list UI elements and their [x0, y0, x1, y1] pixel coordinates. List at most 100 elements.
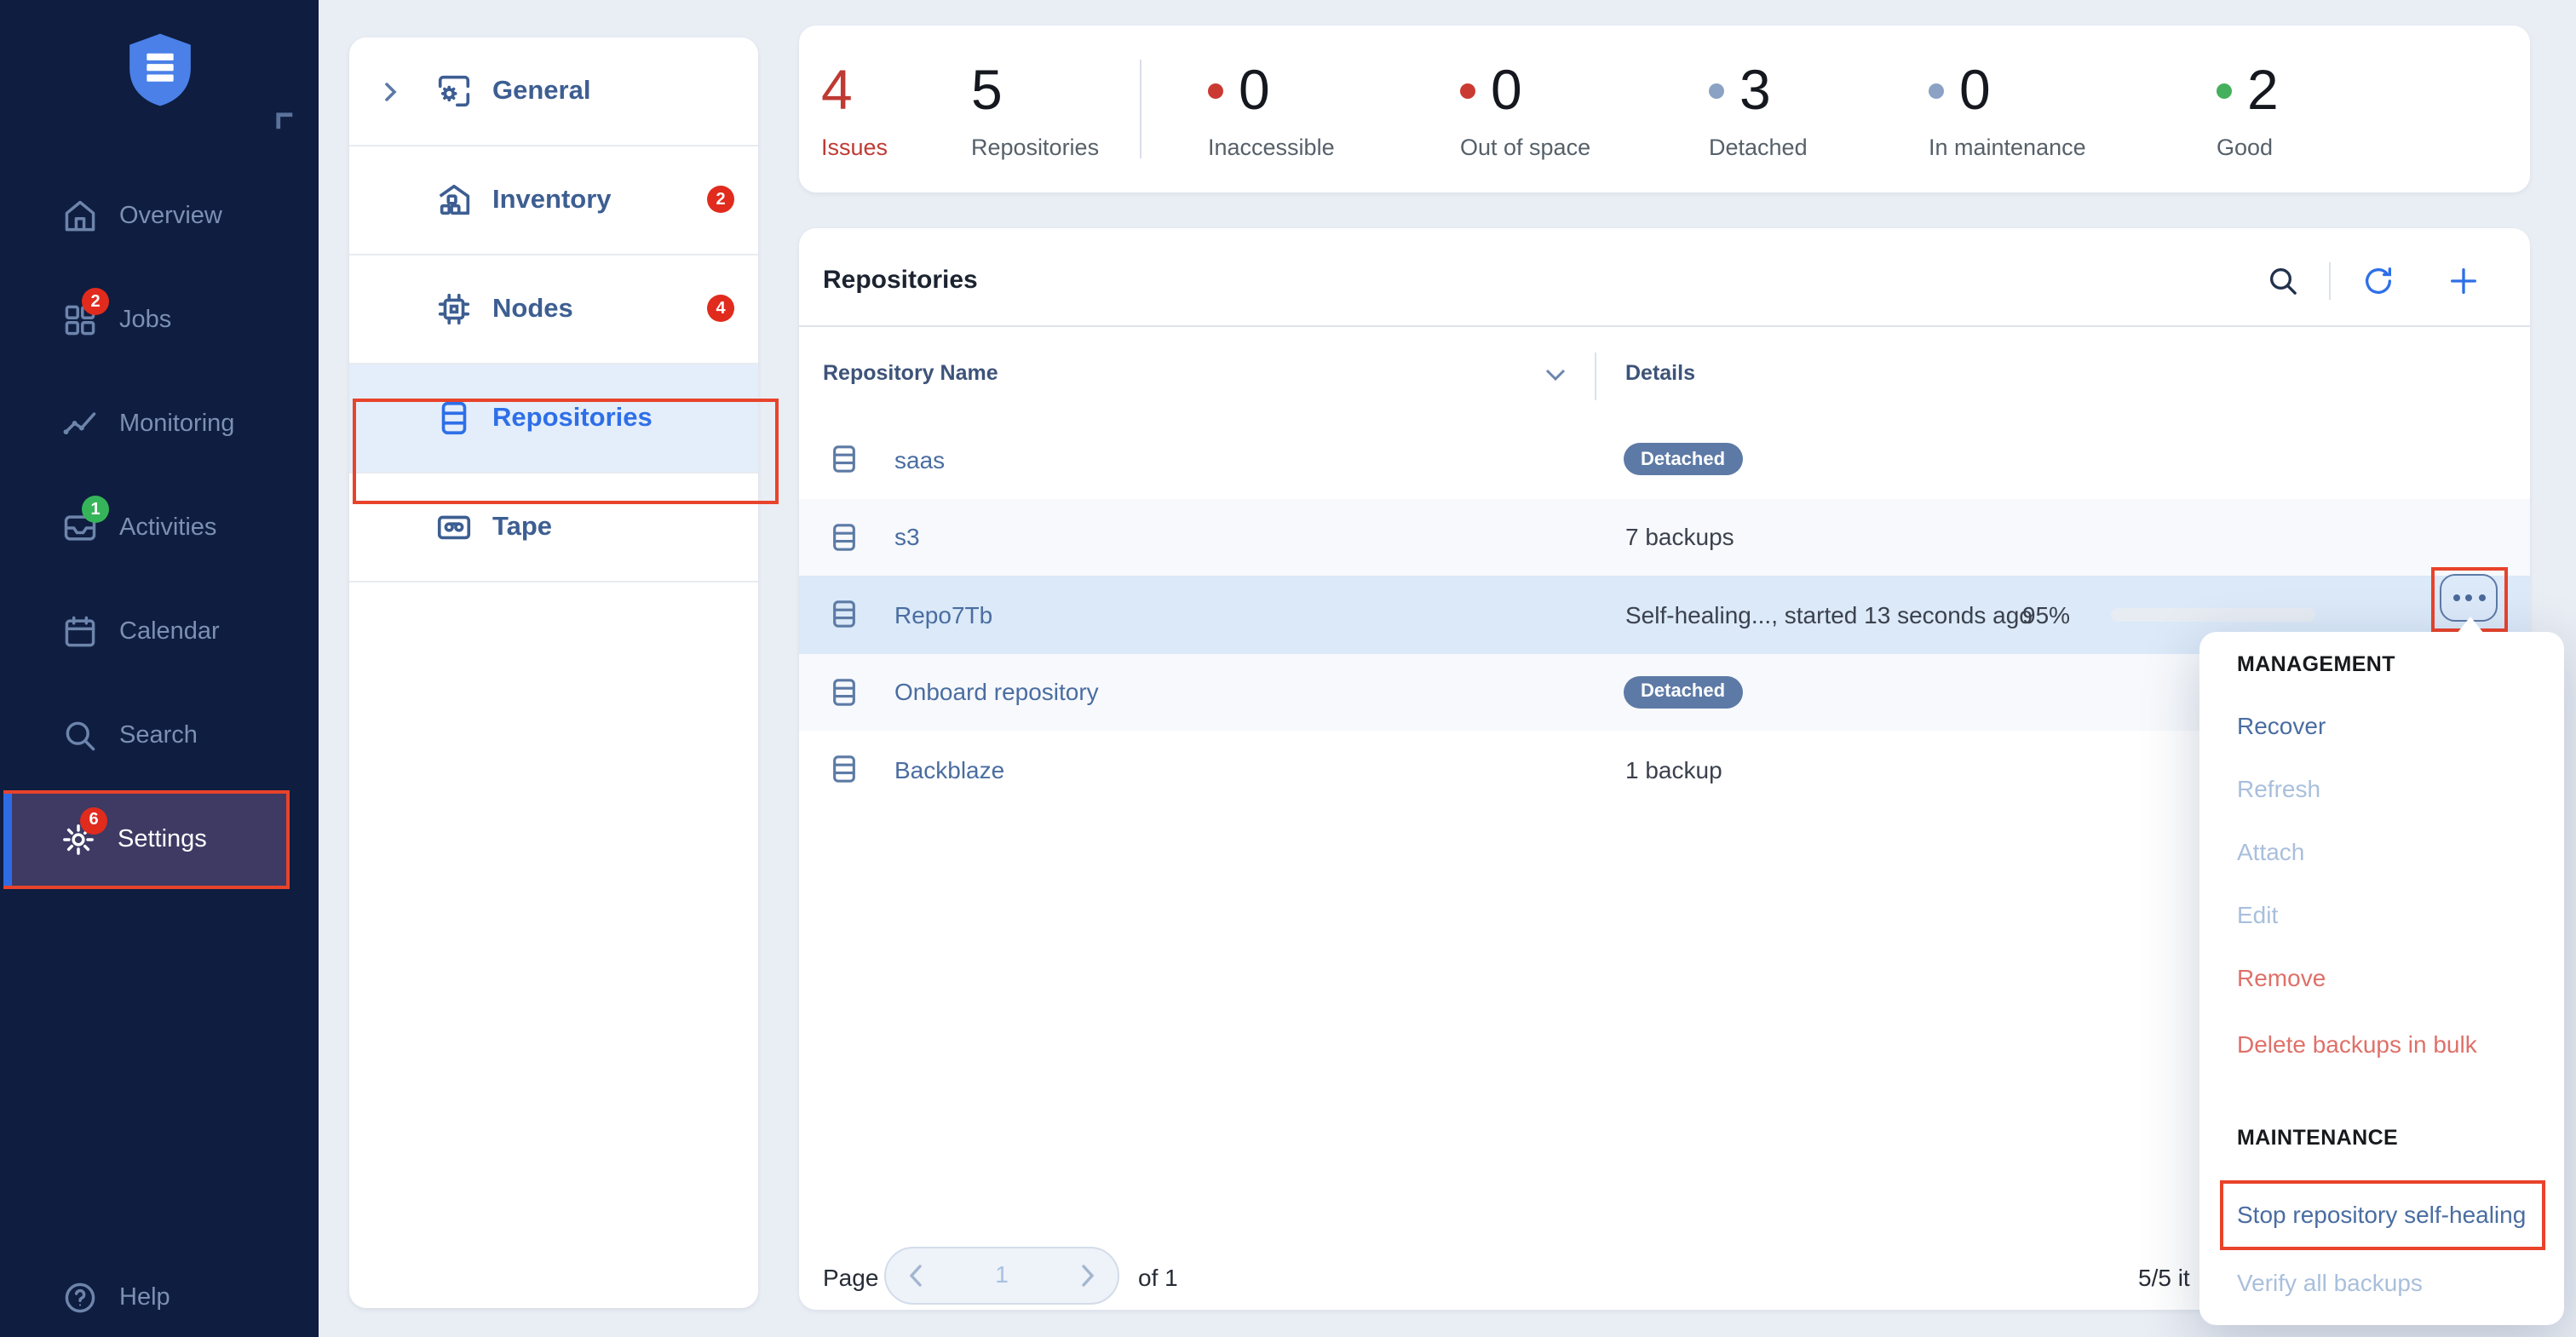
- collapse-sidebar-icon[interactable]: [276, 112, 295, 131]
- sidebar-item-activities[interactable]: 1 Activities: [0, 494, 319, 562]
- dot: [2452, 594, 2459, 601]
- status-badge: Detached: [1624, 676, 1742, 709]
- sidebar-item-label: Help: [119, 1284, 170, 1311]
- repository-name: Repo7Tb: [894, 601, 992, 628]
- stat-label: Inaccessible: [1208, 135, 1335, 160]
- stat-value: 0: [1491, 56, 1522, 124]
- add-repository-icon[interactable]: [2447, 264, 2481, 298]
- sidebar-item-settings[interactable]: 6 Settings: [7, 805, 286, 873]
- progress-percent: 95%: [2022, 601, 2070, 628]
- jobs-badge: 2: [82, 288, 109, 315]
- tools-divider: [2329, 262, 2331, 300]
- status-dot: [1929, 83, 1944, 98]
- repository-detail: 7 backups: [1625, 524, 1734, 551]
- repository-name: saas: [894, 446, 945, 473]
- page-label: Page: [823, 1264, 878, 1291]
- menu-item-attach: Attach: [2237, 838, 2304, 865]
- sidebar-item-label: Monitoring: [119, 410, 234, 438]
- row-actions-ellipsis-button[interactable]: [2440, 574, 2498, 622]
- table-header: Repository Name Details: [799, 327, 2530, 421]
- column-repository-name[interactable]: Repository Name: [823, 361, 998, 385]
- menu-item-delete-backups-in-bulk[interactable]: Delete backups in bulk: [2237, 1030, 2477, 1058]
- database-icon: [434, 399, 474, 438]
- subnav-item-general[interactable]: General: [349, 37, 758, 146]
- stats-divider: [1140, 60, 1141, 158]
- table-row[interactable]: saas Detached: [799, 421, 2530, 498]
- self-healing-status: Self-healing..., started 13 seconds ago: [1625, 601, 2033, 628]
- stat-detached: 3 Detached: [1709, 26, 1808, 160]
- repository-icon: [830, 597, 859, 633]
- panel-header: Repositories: [799, 228, 2530, 327]
- stat-value: 3: [1739, 56, 1771, 124]
- subnav-item-label: Nodes: [492, 294, 573, 324]
- subnav-item-label: Tape: [492, 512, 552, 542]
- menu-section-maintenance: MAINTENANCE: [2237, 1126, 2398, 1150]
- question-circle-icon: [61, 1279, 99, 1317]
- sidebar: Overview 2 Jobs Monitoring: [0, 0, 319, 1337]
- status-dot: [1460, 83, 1475, 98]
- sort-chevron-down-icon[interactable]: [1545, 368, 1566, 382]
- next-page-icon[interactable]: [1073, 1262, 1101, 1289]
- tape-icon: [434, 508, 474, 547]
- stat-repositories: 5 Repositories: [971, 26, 1099, 160]
- settings-annotation-box: 6 Settings: [3, 790, 290, 889]
- stat-out-of-space: 0 Out of space: [1460, 26, 1590, 160]
- settings-badge: 6: [80, 806, 107, 834]
- subnav-item-label: Inventory: [492, 185, 612, 215]
- sidebar-item-monitoring[interactable]: Monitoring: [0, 390, 319, 458]
- menu-caret: [2457, 617, 2484, 634]
- repository-icon: [830, 519, 859, 555]
- inbox-icon: 1: [61, 509, 99, 547]
- subnav-item-inventory[interactable]: Inventory 2: [349, 146, 758, 255]
- activities-badge: 1: [82, 496, 109, 523]
- sidebar-item-overview[interactable]: Overview: [0, 182, 319, 250]
- status-dot: [1709, 83, 1724, 98]
- repository-icon: [830, 752, 859, 788]
- repository-detail: 1 backup: [1625, 756, 1722, 783]
- menu-item-stop-repository-self-healing[interactable]: Stop repository self-healing: [2237, 1201, 2526, 1228]
- stat-label: In maintenance: [1929, 135, 2086, 160]
- sidebar-item-label: Jobs: [119, 307, 171, 334]
- grid-icon: 2: [61, 301, 99, 339]
- stat-label: Out of space: [1460, 135, 1590, 160]
- column-details[interactable]: Details: [1625, 361, 1695, 385]
- sidebar-item-label: Activities: [119, 514, 216, 542]
- magnifier-icon: [61, 717, 99, 755]
- stat-value: 0: [1239, 56, 1270, 124]
- sidebar-item-calendar[interactable]: Calendar: [0, 598, 319, 666]
- repository-icon: [830, 442, 859, 478]
- stat-label: Good: [2217, 135, 2279, 160]
- menu-item-recover[interactable]: Recover: [2237, 712, 2326, 739]
- menu-item-remove[interactable]: Remove: [2237, 964, 2326, 991]
- stat-label: Detached: [1709, 135, 1808, 160]
- status-badge: Detached: [1624, 444, 1742, 476]
- subnav-item-nodes[interactable]: Nodes 4: [349, 255, 758, 364]
- table-row[interactable]: s3 7 backups: [799, 498, 2530, 576]
- sidebar-item-help[interactable]: Help: [0, 1264, 319, 1332]
- subnav-item-tape[interactable]: Tape: [349, 473, 758, 582]
- repository-name: Onboard repository: [894, 679, 1099, 706]
- progress-bar: [2111, 608, 2315, 622]
- stat-label: Repositories: [971, 135, 1099, 160]
- subnav-item-repositories[interactable]: Repositories: [349, 364, 758, 473]
- inventory-icon: [434, 181, 474, 220]
- dot: [2478, 594, 2485, 601]
- stat-in-maintenance: 0 In maintenance: [1929, 26, 2086, 160]
- page-of-label: of 1: [1138, 1264, 1178, 1291]
- items-count: 5/5 it: [2138, 1264, 2190, 1291]
- subnav-item-label: General: [492, 76, 590, 106]
- stat-value: 4: [821, 56, 888, 124]
- menu-item-verify-all-backups: Verify all backups: [2237, 1269, 2423, 1296]
- menu-section-management: MANAGEMENT: [2237, 652, 2395, 676]
- dot: [2465, 594, 2472, 601]
- sidebar-item-label: Settings: [118, 825, 207, 852]
- refresh-icon[interactable]: [2361, 264, 2395, 298]
- repository-icon: [830, 674, 859, 710]
- sidebar-item-search[interactable]: Search: [0, 702, 319, 770]
- repository-name: Backblaze: [894, 756, 1004, 783]
- sidebar-item-jobs[interactable]: 2 Jobs: [0, 286, 319, 354]
- app-window: Overview 2 Jobs Monitoring: [0, 0, 2576, 1337]
- repository-name: s3: [894, 524, 920, 551]
- status-dot: [2217, 83, 2232, 98]
- search-icon[interactable]: [2266, 264, 2300, 298]
